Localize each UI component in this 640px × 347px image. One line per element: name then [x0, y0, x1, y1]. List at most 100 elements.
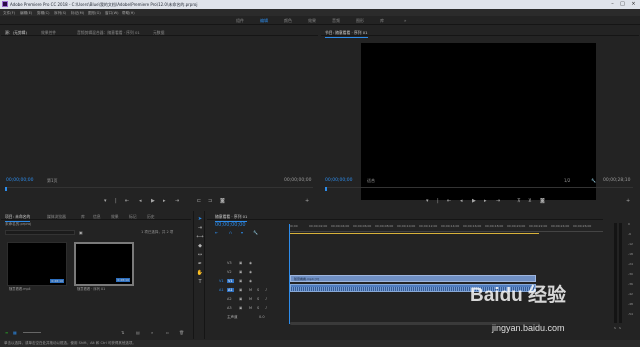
icon-view-icon[interactable]: ▦: [13, 330, 17, 335]
eye-icon[interactable]: ◉: [249, 279, 252, 283]
mute-button[interactable]: M: [249, 297, 252, 301]
eye-icon[interactable]: ◉: [249, 270, 252, 274]
export-frame-icon[interactable]: ◙: [540, 198, 545, 204]
workspace-graphics[interactable]: 图形: [356, 18, 364, 24]
workspace-editing[interactable]: 编辑: [260, 18, 268, 24]
settings-wrench-icon[interactable]: 🔧: [591, 178, 596, 183]
lock-icon[interactable]: ▣: [239, 261, 242, 265]
source-playhead[interactable]: [5, 187, 7, 191]
tab-effect-controls[interactable]: 效果控件: [41, 30, 56, 36]
track-header-a3[interactable]: A3 ▣ M S ♪: [207, 304, 289, 312]
tab-info[interactable]: 信息: [93, 214, 101, 220]
workspace-libraries[interactable]: 库: [380, 18, 384, 24]
timeline-timecode[interactable]: 00;00;00;00: [215, 223, 246, 228]
track-header-a1[interactable]: A1 A1 ▣ M S ♪: [207, 286, 289, 294]
step-back-icon[interactable]: ◂: [460, 198, 463, 204]
minimize-button[interactable]: –: [608, 1, 617, 7]
maximize-button[interactable]: □: [618, 1, 627, 7]
tab-effects[interactable]: 效果: [111, 214, 119, 220]
tab-program[interactable]: 节目: 随意看看 · 序列 01: [325, 30, 368, 38]
zoom-slider[interactable]: [23, 332, 41, 333]
lock-icon[interactable]: ▣: [239, 288, 242, 292]
tab-project[interactable]: 项目: 未命名的: [5, 214, 31, 222]
sort-icon[interactable]: ⇅: [121, 330, 124, 335]
tab-source[interactable]: 源：(无剪辑): [5, 30, 27, 38]
list-view-icon[interactable]: ≡: [5, 330, 8, 335]
solo-button[interactable]: S: [257, 288, 259, 292]
tab-sequence[interactable]: 随意看看 · 序列 01: [215, 214, 248, 222]
track-header-master[interactable]: 主声道 0.0: [207, 313, 289, 321]
add-button-icon[interactable]: +: [305, 198, 309, 204]
menu-file[interactable]: 文件(F): [3, 11, 15, 16]
tab-metadata[interactable]: 元数据: [153, 30, 164, 36]
pen-tool-icon[interactable]: ✒: [196, 261, 204, 268]
export-frame-icon[interactable]: ◙: [220, 198, 225, 204]
mark-in-icon[interactable]: ▾: [104, 198, 107, 204]
menu-graphics[interactable]: 图形(G): [88, 11, 101, 16]
razor-tool-icon[interactable]: ◆: [196, 243, 204, 250]
add-button-icon[interactable]: +: [626, 198, 630, 204]
track-select-tool-icon[interactable]: ⇥: [196, 225, 204, 232]
solo-button[interactable]: S: [257, 306, 259, 310]
source-page[interactable]: 第1页: [47, 179, 58, 183]
mute-button[interactable]: M: [249, 288, 252, 292]
program-timecode[interactable]: 00;00;00;00: [325, 178, 352, 184]
new-bin-icon[interactable]: ▣: [79, 230, 83, 235]
linked-selection-icon[interactable]: ∩: [229, 230, 232, 235]
mark-out-icon[interactable]: |: [115, 198, 117, 204]
timeline-ruler[interactable]: 00;00 00;00;02;00 00;00;04;00 00;00;06;0…: [289, 224, 603, 232]
program-time-ruler[interactable]: [325, 187, 633, 191]
program-video-frame[interactable]: [361, 43, 596, 200]
track-header-v2[interactable]: V2 ▣ ◉: [207, 268, 289, 276]
project-item-thumbnail[interactable]: 0:28:10: [7, 242, 67, 286]
play-icon[interactable]: ▶: [472, 198, 476, 204]
menu-window[interactable]: 窗口(W): [105, 11, 119, 16]
mark-in-icon[interactable]: ▾: [426, 198, 429, 204]
lift-icon[interactable]: ⊼: [517, 198, 521, 204]
type-tool-icon[interactable]: T: [196, 279, 204, 286]
workspace-more[interactable]: »: [404, 18, 406, 23]
automate-icon[interactable]: ▤: [136, 330, 140, 335]
play-icon[interactable]: ▶: [151, 198, 155, 204]
delete-icon[interactable]: 🗑: [179, 330, 184, 335]
tab-media-browser[interactable]: 媒体浏览器: [47, 214, 66, 220]
hand-tool-icon[interactable]: ✋: [196, 270, 204, 277]
ripple-edit-tool-icon[interactable]: ⟷: [196, 234, 204, 241]
add-marker-icon[interactable]: ▾: [241, 230, 243, 235]
step-forward-icon[interactable]: ▸: [163, 198, 166, 204]
menu-edit[interactable]: 编辑(E): [20, 11, 32, 16]
microphone-icon[interactable]: ♪: [265, 297, 267, 301]
microphone-icon[interactable]: ♪: [265, 306, 267, 310]
step-back-icon[interactable]: ◂: [139, 198, 142, 204]
solo-button[interactable]: S: [257, 297, 259, 301]
mark-out-icon[interactable]: |: [437, 198, 439, 204]
menu-help[interactable]: 帮助(H): [122, 11, 135, 16]
source-patch-v1[interactable]: V1: [219, 279, 224, 283]
source-patch-a1[interactable]: A1: [219, 288, 224, 292]
microphone-icon[interactable]: ♪: [265, 288, 267, 292]
program-resolution-select[interactable]: 1/2: [564, 179, 570, 183]
tab-audio-clip-mixer[interactable]: 音频剪辑混合器：随意看看 · 序列 01: [77, 30, 140, 36]
go-to-in-icon[interactable]: ⇤: [125, 198, 129, 204]
slip-tool-icon[interactable]: ↔: [196, 252, 204, 259]
master-value[interactable]: 0.0: [259, 315, 265, 319]
lock-icon[interactable]: ▣: [239, 279, 242, 283]
mute-button[interactable]: M: [249, 306, 252, 310]
extract-icon[interactable]: ⊻: [528, 198, 532, 204]
lock-icon[interactable]: ▣: [239, 297, 242, 301]
insert-icon[interactable]: ⊏: [197, 198, 201, 204]
go-to-out-icon[interactable]: ⇥: [175, 198, 179, 204]
workspace-effects[interactable]: 效果: [308, 18, 316, 24]
tab-libraries[interactable]: 库: [81, 214, 85, 220]
find-icon[interactable]: ⌕: [151, 330, 153, 335]
lock-icon[interactable]: ▣: [239, 306, 242, 310]
step-forward-icon[interactable]: ▸: [484, 198, 487, 204]
snap-icon[interactable]: ⇤: [215, 230, 218, 235]
source-time-ruler[interactable]: [5, 187, 313, 191]
menu-clip[interactable]: 剪辑(C): [37, 11, 50, 16]
menu-sequence[interactable]: 序列(S): [54, 11, 66, 16]
overwrite-icon[interactable]: ⊐: [208, 198, 212, 204]
timeline-playhead[interactable]: [289, 224, 290, 324]
tab-markers[interactable]: 标记: [129, 214, 137, 220]
lock-icon[interactable]: ▣: [239, 270, 242, 274]
